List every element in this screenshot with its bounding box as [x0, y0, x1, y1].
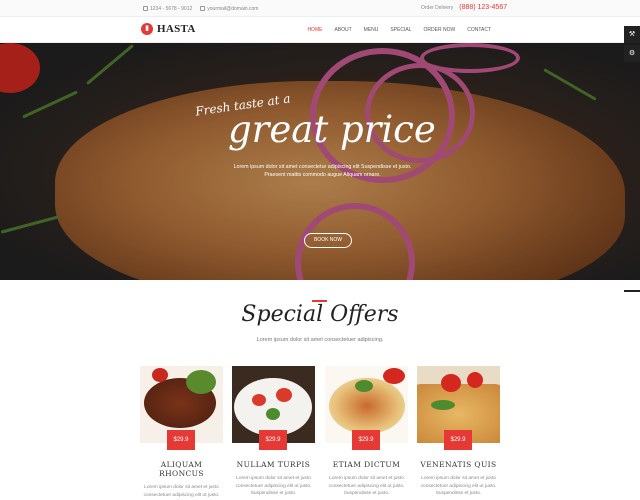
- nav-menu[interactable]: MENU: [364, 27, 379, 33]
- nav-special[interactable]: SPECIAL: [390, 27, 411, 33]
- email-text[interactable]: yourmail@domain.com: [207, 6, 258, 12]
- contact-info: 1234 - 5678 - 9012 yourmail@domain.com: [143, 6, 258, 12]
- order-info: Order Delivery (888) 123-4567: [421, 4, 507, 11]
- phone-icon: [143, 6, 148, 12]
- order-phone[interactable]: (888) 123-4567: [459, 4, 507, 11]
- hero-lead-text: Lorem ipsum dolor sit amet consectetur a…: [233, 164, 412, 178]
- hero-banner: Fresh taste at a great price Lorem ipsum…: [0, 43, 640, 280]
- nav-home[interactable]: HOME: [307, 27, 322, 33]
- side-indicator: [624, 290, 640, 292]
- offer-name[interactable]: NULLAM TURPIS: [232, 460, 315, 469]
- site-header: ▮ HASTA HOME ABOUT MENU SPECIAL ORDER NO…: [0, 17, 640, 43]
- price-tag: $29.9: [167, 430, 195, 450]
- phone-text: 1234 - 5678 - 9012: [150, 6, 193, 12]
- price-tag: $29.9: [352, 430, 380, 450]
- wrench-icon[interactable]: ⚒: [624, 26, 640, 43]
- nav-about[interactable]: ABOUT: [334, 27, 351, 33]
- gear-icon[interactable]: ⚙: [624, 45, 640, 62]
- top-bar: 1234 - 5678 - 9012 yourmail@domain.com O…: [0, 0, 640, 17]
- phone-info: 1234 - 5678 - 9012: [143, 6, 192, 12]
- nav-contact[interactable]: CONTACT: [467, 27, 491, 33]
- offer-description: Lorem ipsum dolor sit amet et justo cons…: [328, 476, 405, 496]
- offer-description: Lorem ipsum dolor sit amet et justo cons…: [235, 476, 312, 496]
- offer-description: Lorem ipsum dolor sit amet et justo cons…: [143, 485, 220, 498]
- offers-subtitle: Lorem ipsum dolor sit amet consectetuer …: [256, 337, 384, 343]
- price-tag: $29.9: [259, 430, 287, 450]
- main-nav: HOME ABOUT MENU SPECIAL ORDER NOW CONTAC…: [307, 27, 491, 33]
- offer-card[interactable]: $29.9 ALIQUAM RHONCUS Lorem ipsum dolor …: [140, 366, 223, 500]
- price-tag: $29.9: [444, 430, 472, 450]
- offer-card[interactable]: $29.9 ETIAM DICTUM Lorem ipsum dolor sit…: [325, 366, 408, 498]
- email-info[interactable]: yourmail@domain.com: [200, 6, 258, 12]
- offer-name[interactable]: ETIAM DICTUM: [325, 460, 408, 469]
- nav-order-now[interactable]: ORDER NOW: [424, 27, 456, 33]
- offer-description: Lorem ipsum dolor sit amet et justo cons…: [420, 476, 497, 496]
- side-tools: ⚒ ⚙: [624, 26, 640, 64]
- offer-name[interactable]: VENENATIS QUIS: [417, 460, 500, 469]
- logo[interactable]: ▮ HASTA: [141, 23, 196, 35]
- offer-card[interactable]: $29.9 VENENATIS QUIS Lorem ipsum dolor s…: [417, 366, 500, 498]
- offer-card[interactable]: $29.9 NULLAM TURPIS Lorem ipsum dolor si…: [232, 366, 315, 498]
- logo-text: HASTA: [157, 23, 196, 35]
- offers-title: Special Offers: [241, 302, 399, 327]
- logo-icon: ▮: [141, 23, 153, 35]
- offer-name[interactable]: ALIQUAM RHONCUS: [140, 460, 223, 478]
- mail-icon: [200, 6, 206, 12]
- order-label: Order Delivery: [421, 4, 454, 11]
- hero-tagline-big: great price: [228, 108, 436, 151]
- book-now-button[interactable]: BOOK NOW: [304, 233, 352, 248]
